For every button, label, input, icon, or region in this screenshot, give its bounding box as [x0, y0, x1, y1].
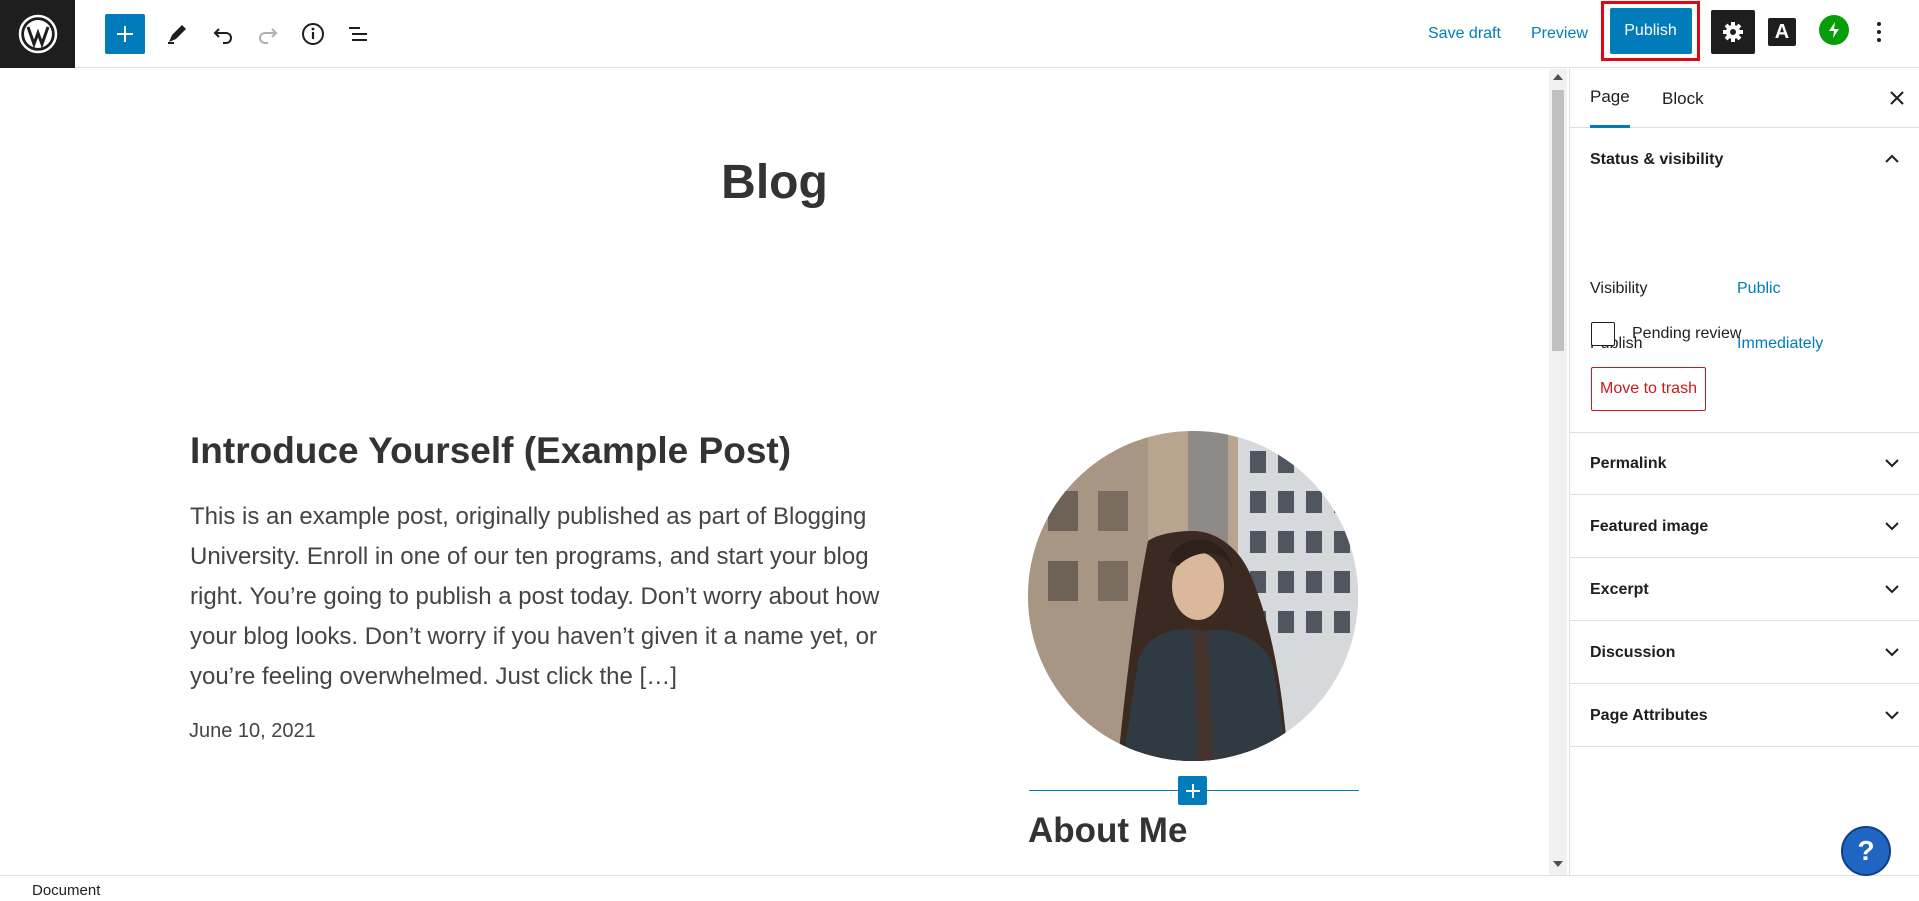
- save-draft-button[interactable]: Save draft: [1428, 20, 1501, 48]
- gear-icon: [1723, 22, 1743, 42]
- more-vertical-icon: [1877, 22, 1881, 42]
- pending-review-checkbox[interactable]: [1591, 322, 1615, 346]
- scroll-up-arrow-icon[interactable]: [1553, 74, 1563, 80]
- visibility-label: Visibility: [1590, 280, 1648, 297]
- panel-page-attributes[interactable]: Page Attributes: [1570, 685, 1919, 747]
- info-icon: [302, 23, 324, 45]
- wordpress-logo-icon[interactable]: [0, 0, 75, 68]
- editor-canvas[interactable]: Blog Introduce Yourself (Example Post) T…: [0, 69, 1549, 875]
- undo-icon: [213, 28, 232, 44]
- post-title[interactable]: Introduce Yourself (Example Post): [190, 430, 791, 472]
- profile-image[interactable]: [1028, 431, 1358, 761]
- chevron-down-icon: [1885, 648, 1899, 657]
- publish-date-value[interactable]: Immediately: [1737, 335, 1823, 353]
- chevron-down-icon: [1885, 522, 1899, 531]
- status-visibility-toggle[interactable]: Status & visibility: [1590, 129, 1919, 191]
- help-icon: ?: [1857, 835, 1875, 866]
- add-block-button[interactable]: [105, 14, 145, 54]
- settings-sidebar: Page Block Status & visibility Visibilit…: [1569, 69, 1919, 875]
- chevron-down-icon: [1885, 711, 1899, 720]
- scroll-down-arrow-icon[interactable]: [1553, 861, 1563, 867]
- settings-button[interactable]: [1711, 10, 1755, 54]
- font-settings-button[interactable]: A: [1768, 18, 1796, 46]
- help-button[interactable]: ?: [1841, 826, 1891, 876]
- plus-icon: [117, 26, 133, 42]
- chevron-down-icon: [1885, 459, 1899, 468]
- panel-permalink[interactable]: Permalink: [1570, 433, 1919, 495]
- move-to-trash-button[interactable]: Move to trash: [1591, 367, 1706, 411]
- close-icon: [1890, 91, 1904, 105]
- inline-add-block-button[interactable]: [1178, 776, 1207, 805]
- panel-discussion[interactable]: Discussion: [1570, 622, 1919, 684]
- publish-highlight: Publish: [1601, 1, 1700, 61]
- panel-featured-image[interactable]: Featured image: [1570, 496, 1919, 558]
- tab-block[interactable]: Block: [1662, 69, 1704, 128]
- post-date[interactable]: June 10, 2021: [189, 720, 316, 743]
- list-view-button[interactable]: [338, 14, 378, 54]
- panel-title: Status & visibility: [1590, 151, 1724, 168]
- panel-title: Page Attributes: [1590, 706, 1708, 724]
- panel-title: Discussion: [1590, 643, 1676, 661]
- publish-button[interactable]: Publish: [1609, 8, 1692, 54]
- jetpack-button[interactable]: [1819, 15, 1849, 45]
- post-excerpt[interactable]: This is an example post, originally publ…: [190, 497, 890, 697]
- scroll-thumb[interactable]: [1552, 90, 1564, 351]
- about-heading[interactable]: About Me: [1028, 811, 1187, 851]
- breadcrumb[interactable]: Document: [32, 882, 100, 899]
- details-button[interactable]: [293, 14, 333, 54]
- tab-page[interactable]: Page: [1590, 69, 1630, 128]
- panel-title: Excerpt: [1590, 580, 1649, 598]
- tools-button[interactable]: [157, 14, 197, 54]
- block-breadcrumb-bar: Document: [0, 875, 1919, 901]
- jetpack-icon: [1829, 22, 1839, 38]
- chevron-down-icon: [1885, 585, 1899, 594]
- plus-icon: [1185, 783, 1200, 798]
- redo-icon: [259, 28, 278, 44]
- pending-review-label[interactable]: Pending review: [1632, 322, 1741, 346]
- redo-button[interactable]: [248, 14, 288, 54]
- chevron-up-icon: [1885, 154, 1899, 163]
- preview-button[interactable]: Preview: [1531, 20, 1588, 48]
- visibility-value[interactable]: Public: [1737, 280, 1781, 298]
- editor-header: Save draft Preview Publish A: [0, 0, 1919, 68]
- panel-title: Permalink: [1590, 454, 1667, 472]
- undo-button[interactable]: [203, 14, 243, 54]
- pencil-icon: [168, 25, 186, 44]
- panel-excerpt[interactable]: Excerpt: [1570, 559, 1919, 621]
- page-title[interactable]: Blog: [0, 155, 1549, 210]
- list-view-icon: [349, 27, 367, 41]
- more-options-button[interactable]: [1866, 14, 1892, 50]
- sidebar-tabs: Page Block: [1570, 69, 1919, 128]
- panel-title: Featured image: [1590, 517, 1709, 535]
- canvas-scrollbar[interactable]: [1549, 69, 1567, 875]
- close-sidebar-button[interactable]: [1886, 87, 1908, 109]
